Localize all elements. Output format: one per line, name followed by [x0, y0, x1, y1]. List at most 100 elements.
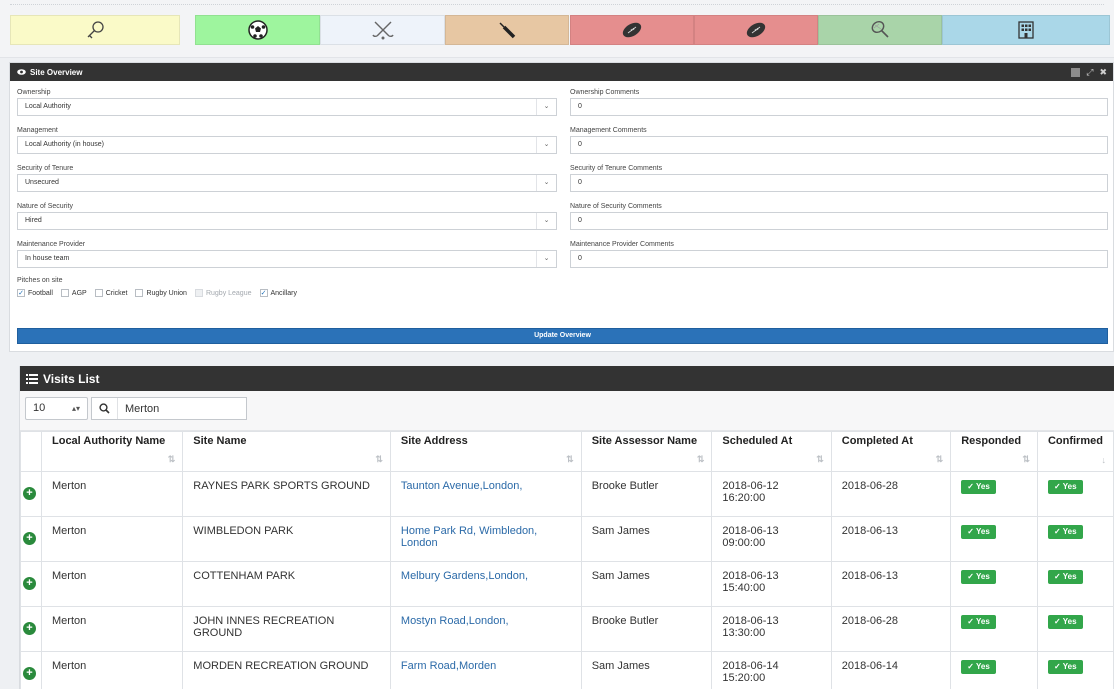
nature-of-security-field: Nature of Security Hired ⌄	[17, 201, 557, 239]
expand-plus-icon[interactable]: +	[23, 577, 36, 590]
cell-responded: ✓ Yes	[950, 561, 1038, 607]
security-of-tenure-comments-input[interactable]: 0	[570, 174, 1108, 192]
yes-badge: ✓ Yes	[961, 525, 996, 539]
sport-tiles-bar	[0, 0, 1114, 58]
maintenance-provider-comments-label: Maintenance Provider Comments	[570, 241, 674, 248]
cell-responded: ✓ Yes	[950, 516, 1038, 562]
ancillary-checkbox[interactable]: ✓	[259, 289, 268, 297]
pitch-ancillary[interactable]: ✓ Ancillary	[259, 289, 297, 297]
panel-title: Site Overview	[30, 67, 83, 77]
chevron-down-icon: ⌄	[536, 175, 556, 191]
search-box[interactable]: Merton	[91, 397, 247, 420]
column-header-local-authority[interactable]: Local Authority Name ⇅	[40, 431, 184, 472]
yes-badge: ✓ Yes	[961, 480, 996, 494]
pitch-rugby-league: Rugby League	[194, 289, 252, 297]
nature-of-security-select[interactable]: Hired ⌄	[17, 212, 557, 230]
table-row: + Merton JOHN INNES RECREATION GROUND Mo…	[20, 606, 1114, 652]
row-expand-cell: +	[20, 606, 42, 652]
pitch-rugby-union[interactable]: Rugby Union	[135, 289, 187, 297]
column-header-completed-at[interactable]: Completed At ⇅	[830, 431, 952, 472]
security-of-tenure-comments-label: Security of Tenure Comments	[570, 165, 663, 172]
search-input[interactable]: Merton	[118, 403, 159, 415]
maintenance-provider-label: Maintenance Provider	[17, 241, 86, 248]
column-header-site-assessor[interactable]: Site Assessor Name ⇅	[580, 431, 713, 472]
cricket-label: Cricket	[105, 289, 128, 297]
maintenance-provider-comments-input[interactable]: 0	[570, 250, 1108, 268]
cell-site-name: MORDEN RECREATION GROUND	[182, 651, 391, 689]
agp-checkbox[interactable]	[60, 289, 69, 297]
tile-key[interactable]	[10, 15, 180, 45]
cell-assessor: Brooke Butler	[580, 606, 713, 652]
ownership-select[interactable]: Local Authority ⌄	[17, 98, 557, 116]
page-size-select[interactable]: 10 ▴▾	[25, 397, 88, 420]
cricket-bat-icon	[499, 22, 516, 39]
nature-of-security-label: Nature of Security	[17, 203, 74, 210]
column-header-scheduled-at[interactable]: Scheduled At ⇅	[711, 431, 832, 472]
ownership-comments-input[interactable]: 0	[570, 98, 1108, 116]
table-header: Local Authority Name ⇅ Site Name ⇅ Site Ad…	[20, 431, 1114, 472]
maintenance-provider-comments-field: Maintenance Provider Comments 0	[570, 239, 1110, 277]
management-select[interactable]: Local Authority (in house) ⌄	[17, 136, 557, 154]
cell-assessor: Sam James	[580, 561, 713, 607]
update-overview-button[interactable]: Update Overview	[17, 328, 1108, 344]
tile-rugby-league[interactable]	[694, 15, 818, 45]
football-checkbox[interactable]: ✓	[17, 289, 25, 297]
row-expand-cell: +	[20, 561, 42, 607]
maintenance-provider-value: In house team	[25, 255, 70, 262]
cell-site-address-link[interactable]: Mostyn Road,London,	[389, 606, 582, 652]
cell-site-address-link[interactable]: Farm Road,Morden	[389, 651, 582, 689]
column-header-site-address[interactable]: Site Address ⇅	[389, 431, 582, 472]
expand-plus-icon[interactable]: +	[23, 622, 36, 635]
overview-right-column: Ownership Comments 0 Management Comments…	[570, 87, 1110, 277]
nature-of-security-comments-label: Nature of Security Comments	[570, 203, 662, 210]
expand-plus-icon[interactable]: +	[23, 532, 36, 545]
rugby-union-checkbox[interactable]	[135, 289, 144, 297]
cell-site-name: WIMBLEDON PARK	[182, 516, 391, 562]
page-size-value: 10	[33, 402, 46, 414]
row-expand-cell: +	[20, 471, 42, 517]
pitch-cricket[interactable]: Cricket	[94, 289, 128, 297]
security-of-tenure-select[interactable]: Unsecured ⌄	[17, 174, 557, 192]
nature-of-security-comments-input[interactable]: 0	[570, 212, 1108, 230]
tile-rugby-union[interactable]	[570, 15, 694, 45]
tile-hockey[interactable]	[320, 15, 445, 45]
cell-completed-at: 2018-06-13	[830, 561, 952, 607]
yes-badge: ✓ Yes	[1047, 660, 1083, 674]
column-header-confirmed[interactable]: Confirmed ↓	[1036, 431, 1114, 472]
expand-icon[interactable]: ⤢	[1086, 67, 1093, 77]
cell-site-address-link[interactable]: Taunton Avenue,London,	[389, 471, 582, 517]
cricket-checkbox[interactable]	[94, 289, 103, 297]
cell-scheduled-at: 2018-06-13 13:30:00	[711, 606, 832, 652]
yes-badge: ✓ Yes	[961, 615, 996, 629]
yes-badge: ✓ Yes	[961, 570, 996, 584]
pitch-football[interactable]: ✓ Football	[17, 289, 53, 297]
expand-plus-icon[interactable]: +	[23, 487, 36, 500]
pitch-agp[interactable]: AGP	[60, 289, 87, 297]
column-header-site-name[interactable]: Site Name ⇅	[182, 431, 391, 472]
cell-site-address-link[interactable]: Home Park Rd, Wimbledon, London	[389, 516, 582, 562]
sort-icon: ⇅	[167, 454, 176, 464]
tile-football[interactable]	[195, 15, 320, 45]
visits-toolbar: 10 ▴▾ Merton	[20, 391, 1114, 431]
pitches-on-site: Pitches on site ✓ Football AGP Cricket Ru…	[17, 277, 297, 297]
rugby-union-label: Rugby Union	[146, 289, 187, 297]
tile-tennis[interactable]	[818, 15, 942, 45]
security-of-tenure-field: Security of Tenure Unsecured ⌄	[17, 163, 557, 201]
cell-site-address-link[interactable]: Melbury Gardens,London,	[389, 561, 582, 607]
tile-ancillary[interactable]	[942, 15, 1110, 45]
column-header-responded[interactable]: Responded ⇅	[950, 431, 1038, 472]
row-expand-cell: +	[20, 651, 42, 689]
expand-plus-icon[interactable]: +	[23, 667, 36, 680]
close-icon[interactable]: ✖	[1099, 67, 1107, 77]
cell-confirmed: ✓ Yes	[1036, 651, 1114, 689]
management-comments-input[interactable]: 0	[570, 136, 1108, 154]
pitches-label: Pitches on site	[17, 277, 63, 284]
collapse-icon[interactable]	[1071, 67, 1081, 77]
overview-left-column: Ownership Local Authority ⌄ Management Lo…	[17, 87, 557, 277]
page: Site Overview ⤢ ✖ Ownership Local Author…	[0, 0, 1114, 689]
table-body: + Merton RAYNES PARK SPORTS GROUND Taunt…	[20, 471, 1114, 689]
yes-badge: ✓ Yes	[1047, 570, 1083, 584]
maintenance-provider-select[interactable]: In house team ⌄	[17, 250, 557, 268]
security-of-tenure-value: Unsecured	[25, 179, 59, 186]
tile-cricket[interactable]	[445, 15, 569, 45]
